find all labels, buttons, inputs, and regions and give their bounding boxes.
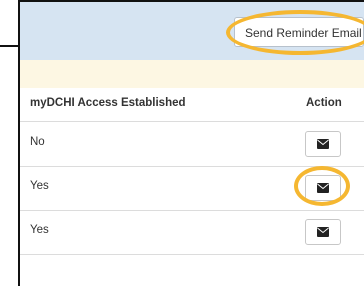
table-row: Yes <box>20 166 364 211</box>
access-value: No <box>30 136 45 148</box>
column-header-action: Action <box>306 97 342 109</box>
send-email-button[interactable] <box>305 131 341 157</box>
envelope-icon <box>317 183 329 193</box>
table-row: No <box>20 122 364 167</box>
access-value: Yes <box>30 180 49 192</box>
panel-header: Send Reminder Email <box>20 0 364 60</box>
send-email-button[interactable] <box>305 175 341 201</box>
table-row: Yes <box>20 210 364 255</box>
table-panel: Send Reminder Email myDCHI Access Establ… <box>18 0 364 286</box>
access-value: Yes <box>30 224 49 236</box>
send-email-button[interactable] <box>305 219 341 245</box>
envelope-icon <box>317 139 329 149</box>
panel-top-border <box>20 0 364 2</box>
send-reminder-email-button[interactable]: Send Reminder Email <box>234 17 364 47</box>
table-header: myDCHI Access Established Action <box>20 88 364 122</box>
notice-bar <box>20 60 364 88</box>
envelope-icon <box>317 227 329 237</box>
column-header-access: myDCHI Access Established <box>30 97 186 109</box>
